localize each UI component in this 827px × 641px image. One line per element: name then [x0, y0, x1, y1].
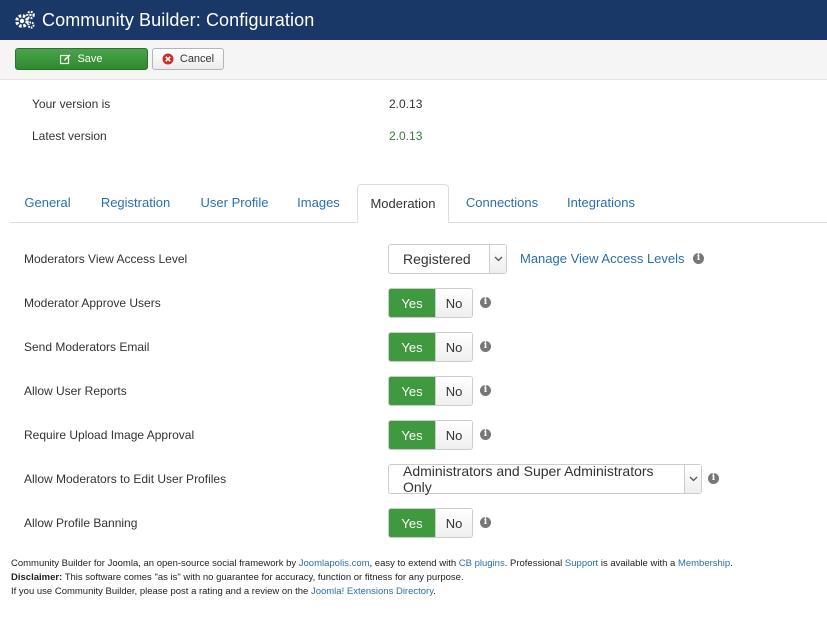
edit-profiles-select[interactable]: Administrators and Super Administrators … [388, 463, 702, 495]
footer-line-3: If you use Community Builder, please pos… [11, 585, 733, 599]
send-email-no[interactable]: No [435, 333, 472, 361]
view-access-value: Registered [403, 251, 471, 267]
info-icon[interactable]: i [693, 253, 704, 264]
footer-line-1: Community Builder for Joomla, an open-so… [11, 557, 733, 571]
view-access-select[interactable]: Registered [388, 244, 507, 274]
page-title: Community Builder: Configuration [42, 9, 315, 30]
tab-bar: General Registration User Profile Images… [10, 184, 827, 223]
info-icon[interactable]: i [480, 385, 491, 396]
tab-general[interactable]: General [10, 184, 85, 222]
manage-view-access-link[interactable]: Manage View Access Levels [520, 251, 685, 266]
footer-text: . [433, 586, 436, 597]
membership-link[interactable]: Membership [678, 558, 730, 569]
profile-banning-toggle[interactable]: Yes No [388, 508, 473, 538]
tab-moderation[interactable]: Moderation [357, 184, 449, 223]
send-email-toggle[interactable]: Yes No [388, 332, 473, 362]
footer-text: , easy to extend with [369, 558, 459, 569]
disclaimer-text: This software comes "as is" with no guar… [62, 572, 464, 583]
info-icon[interactable]: i [480, 429, 491, 440]
gears-icon [14, 9, 36, 31]
view-access-label: Moderators View Access Level [24, 252, 188, 266]
save-button-label: Save [77, 53, 103, 65]
tab-images[interactable]: Images [286, 184, 351, 222]
approve-users-no[interactable]: No [435, 289, 472, 317]
user-reports-yes[interactable]: Yes [389, 377, 435, 405]
tab-connections[interactable]: Connections [457, 184, 547, 222]
edit-icon [60, 54, 71, 65]
approve-users-yes[interactable]: Yes [389, 289, 435, 317]
chevron-down-icon [684, 465, 701, 493]
your-version-label: Your version is [32, 97, 111, 111]
info-icon[interactable]: i [480, 517, 491, 528]
profile-banning-label: Allow Profile Banning [24, 516, 138, 530]
image-approval-no[interactable]: No [435, 421, 472, 449]
footer-text: . [730, 558, 733, 569]
send-email-yes[interactable]: Yes [389, 333, 435, 361]
info-icon[interactable]: i [708, 473, 719, 484]
cancel-button[interactable]: Cancel [152, 48, 224, 70]
footer-text: Community Builder for Joomla, an open-so… [11, 558, 299, 569]
image-approval-label: Require Upload Image Approval [24, 428, 195, 442]
footer-text: is available with a [598, 558, 678, 569]
jed-link[interactable]: Joomla! Extensions Directory [311, 586, 433, 597]
info-icon[interactable]: i [480, 297, 491, 308]
tab-integrations[interactable]: Integrations [557, 184, 645, 222]
user-reports-toggle[interactable]: Yes No [388, 376, 473, 406]
disclaimer-label: Disclaimer: [11, 572, 63, 583]
toolbar: Save Cancel [0, 40, 827, 80]
approve-users-toggle[interactable]: Yes No [388, 288, 473, 318]
footer-line-2: Disclaimer: This software comes "as is" … [11, 571, 733, 585]
profile-banning-no[interactable]: No [435, 509, 472, 537]
edit-profiles-value: Administrators and Super Administrators … [403, 463, 654, 495]
footer: Community Builder for Joomla, an open-so… [11, 557, 733, 599]
your-version-value: 2.0.13 [389, 97, 423, 111]
cb-plugins-link[interactable]: CB plugins [459, 558, 505, 569]
support-link[interactable]: Support [565, 558, 598, 569]
footer-text: . Professional [504, 558, 565, 569]
chevron-down-icon [489, 245, 506, 273]
user-reports-no[interactable]: No [435, 377, 472, 405]
edit-profiles-label: Allow Moderators to Edit User Profiles [24, 472, 227, 486]
tab-user-profile[interactable]: User Profile [189, 184, 280, 222]
profile-banning-yes[interactable]: Yes [389, 509, 435, 537]
cancel-button-label: Cancel [179, 53, 215, 65]
info-icon[interactable]: i [480, 341, 491, 352]
tab-registration[interactable]: Registration [88, 184, 183, 222]
send-email-label: Send Moderators Email [24, 340, 150, 354]
footer-text: If you use Community Builder, please pos… [11, 586, 311, 597]
approve-users-label: Moderator Approve Users [24, 296, 161, 310]
save-button[interactable]: Save [15, 48, 148, 70]
cancel-icon [162, 53, 174, 65]
user-reports-label: Allow User Reports [24, 384, 127, 398]
latest-version-label: Latest version [32, 129, 107, 143]
image-approval-toggle[interactable]: Yes No [388, 420, 473, 450]
latest-version-value: 2.0.13 [389, 129, 423, 143]
joomlapolis-link[interactable]: Joomlapolis.com [299, 558, 370, 569]
image-approval-yes[interactable]: Yes [389, 421, 435, 449]
page-header: Community Builder: Configuration [0, 0, 827, 40]
